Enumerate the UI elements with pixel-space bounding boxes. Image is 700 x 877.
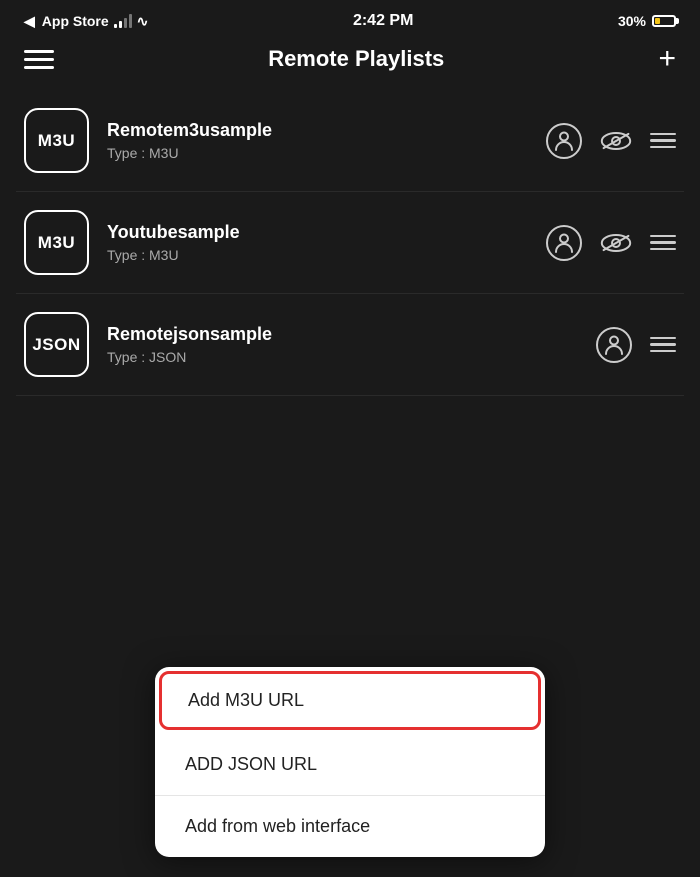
reorder-icon-1[interactable] [650, 133, 676, 149]
add-web-interface-button[interactable]: Add from web interface [155, 796, 545, 857]
reorder-icon-2[interactable] [650, 235, 676, 251]
playlist-badge-json: JSON [24, 312, 89, 377]
add-button[interactable]: + [658, 44, 676, 74]
person-icon-1[interactable] [546, 123, 582, 159]
wifi-icon: ∿ [137, 13, 149, 30]
playlist-badge-m3u-2: M3U [24, 210, 89, 275]
dropdown-overlay: Add M3U URL ADD JSON URL Add from web in… [0, 667, 700, 877]
playlist-name-1: Remotem3usample [107, 120, 546, 141]
playlist-info-3: Remotejsonsample Type : JSON [107, 324, 596, 365]
dropdown-menu: Add M3U URL ADD JSON URL Add from web in… [155, 667, 545, 857]
back-arrow-icon: ◀ [24, 13, 35, 30]
eye-icon-1[interactable] [600, 130, 632, 152]
carrier-label: App Store [42, 13, 109, 29]
person-icon-3[interactable] [596, 327, 632, 363]
person-icon-2[interactable] [546, 225, 582, 261]
playlist-name-2: Youtubesample [107, 222, 546, 243]
eye-icon-2[interactable] [600, 232, 632, 254]
hamburger-menu-icon[interactable] [24, 50, 54, 69]
playlist-list: M3U Remotem3usample Type : M3U [0, 90, 700, 396]
add-m3u-url-button[interactable]: Add M3U URL [159, 671, 541, 730]
playlist-info-2: Youtubesample Type : M3U [107, 222, 546, 263]
playlist-actions-2 [546, 225, 676, 261]
page-title: Remote Playlists [268, 46, 444, 72]
status-left: ◀ App Store ∿ [24, 13, 148, 30]
status-bar: ◀ App Store ∿ 2:42 PM 30% [0, 0, 700, 38]
status-time: 2:42 PM [353, 12, 413, 30]
list-item[interactable]: M3U Remotem3usample Type : M3U [16, 90, 684, 192]
nav-bar: Remote Playlists + [0, 38, 700, 90]
playlist-type-1: Type : M3U [107, 145, 546, 161]
add-json-url-button[interactable]: ADD JSON URL [155, 734, 545, 796]
playlist-info-1: Remotem3usample Type : M3U [107, 120, 546, 161]
playlist-type-3: Type : JSON [107, 349, 596, 365]
signal-bars-icon [114, 14, 132, 28]
list-item[interactable]: JSON Remotejsonsample Type : JSON [16, 294, 684, 396]
playlist-type-2: Type : M3U [107, 247, 546, 263]
battery-icon [652, 15, 676, 27]
playlist-actions-3 [596, 327, 676, 363]
list-item[interactable]: M3U Youtubesample Type : M3U [16, 192, 684, 294]
reorder-icon-3[interactable] [650, 337, 676, 353]
battery-percent: 30% [618, 13, 646, 29]
playlist-badge-m3u-1: M3U [24, 108, 89, 173]
status-right: 30% [618, 13, 676, 29]
playlist-actions-1 [546, 123, 676, 159]
playlist-name-3: Remotejsonsample [107, 324, 596, 345]
